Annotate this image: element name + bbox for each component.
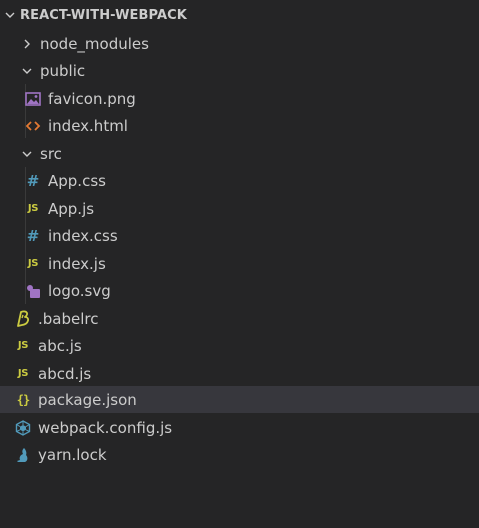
tree-item-logo-svg[interactable]: logo.svg: [0, 277, 479, 304]
js-file-icon: JS: [17, 368, 29, 379]
explorer-title: REACT-WITH-WEBPACK: [20, 7, 187, 23]
chevron-right-icon: [18, 35, 36, 53]
tree-item-node-modules[interactable]: node_modules: [0, 30, 479, 57]
tree-item-label: App.css: [48, 171, 106, 190]
tree-item-label: index.css: [48, 226, 118, 245]
tree-item-webpack-config-js[interactable]: webpack.config.js: [0, 414, 479, 441]
yarn-file-icon: [14, 446, 32, 464]
tree-item-label: index.html: [48, 116, 128, 135]
tree-item-label: yarn.lock: [38, 445, 107, 464]
html-file-icon: [24, 117, 42, 135]
tree-item-label: App.js: [48, 199, 95, 218]
tree-item-yarn-lock[interactable]: yarn.lock: [0, 441, 479, 468]
tree-item-label: src: [40, 144, 62, 163]
tree-item-babelrc[interactable]: .babelrc: [0, 305, 479, 332]
explorer-section-header[interactable]: REACT-WITH-WEBPACK: [0, 2, 479, 28]
js-file-icon: JS: [17, 340, 29, 351]
svg-file-icon: [24, 282, 42, 300]
tree-item-abc-js[interactable]: JS abc.js: [0, 332, 479, 359]
webpack-file-icon: [14, 419, 32, 437]
tree-item-label: node_modules: [40, 34, 149, 53]
tree-item-label: .babelrc: [38, 309, 99, 328]
babel-file-icon: [14, 310, 32, 328]
js-file-icon: JS: [27, 258, 39, 269]
tree-item-label: webpack.config.js: [38, 418, 173, 437]
js-file-icon: JS: [27, 203, 39, 214]
tree-item-label: favicon.png: [48, 89, 136, 108]
json-file-icon: {}: [16, 392, 30, 407]
css-file-icon: #: [26, 171, 40, 190]
tree-item-label: logo.svg: [48, 281, 111, 300]
tree-item-label: index.js: [48, 254, 106, 273]
css-file-icon: #: [26, 226, 40, 245]
file-explorer: REACT-WITH-WEBPACK node_modules public f…: [0, 0, 479, 528]
chevron-down-icon: [18, 62, 36, 80]
tree-item-index-css[interactable]: # index.css: [0, 222, 479, 249]
tree-item-label: package.json: [38, 390, 137, 409]
tree-item-app-js[interactable]: JS App.js: [0, 195, 479, 222]
tree-item-label: abcd.js: [38, 364, 92, 383]
tree-item-package-json[interactable]: {} package.json: [0, 386, 479, 413]
chevron-down-icon: [18, 145, 36, 163]
image-file-icon: [24, 90, 42, 108]
tree-item-index-html[interactable]: index.html: [0, 112, 479, 139]
tree-item-abcd-js[interactable]: JS abcd.js: [0, 360, 479, 387]
tree-item-index-js[interactable]: JS index.js: [0, 250, 479, 277]
tree-item-label: abc.js: [38, 336, 82, 355]
tree-item-label: public: [40, 61, 86, 80]
tree-item-app-css[interactable]: # App.css: [0, 167, 479, 194]
tree-item-src[interactable]: src: [0, 140, 479, 167]
tree-item-favicon-png[interactable]: favicon.png: [0, 85, 479, 112]
tree-item-public[interactable]: public: [0, 57, 479, 84]
chevron-down-icon: [0, 2, 20, 28]
